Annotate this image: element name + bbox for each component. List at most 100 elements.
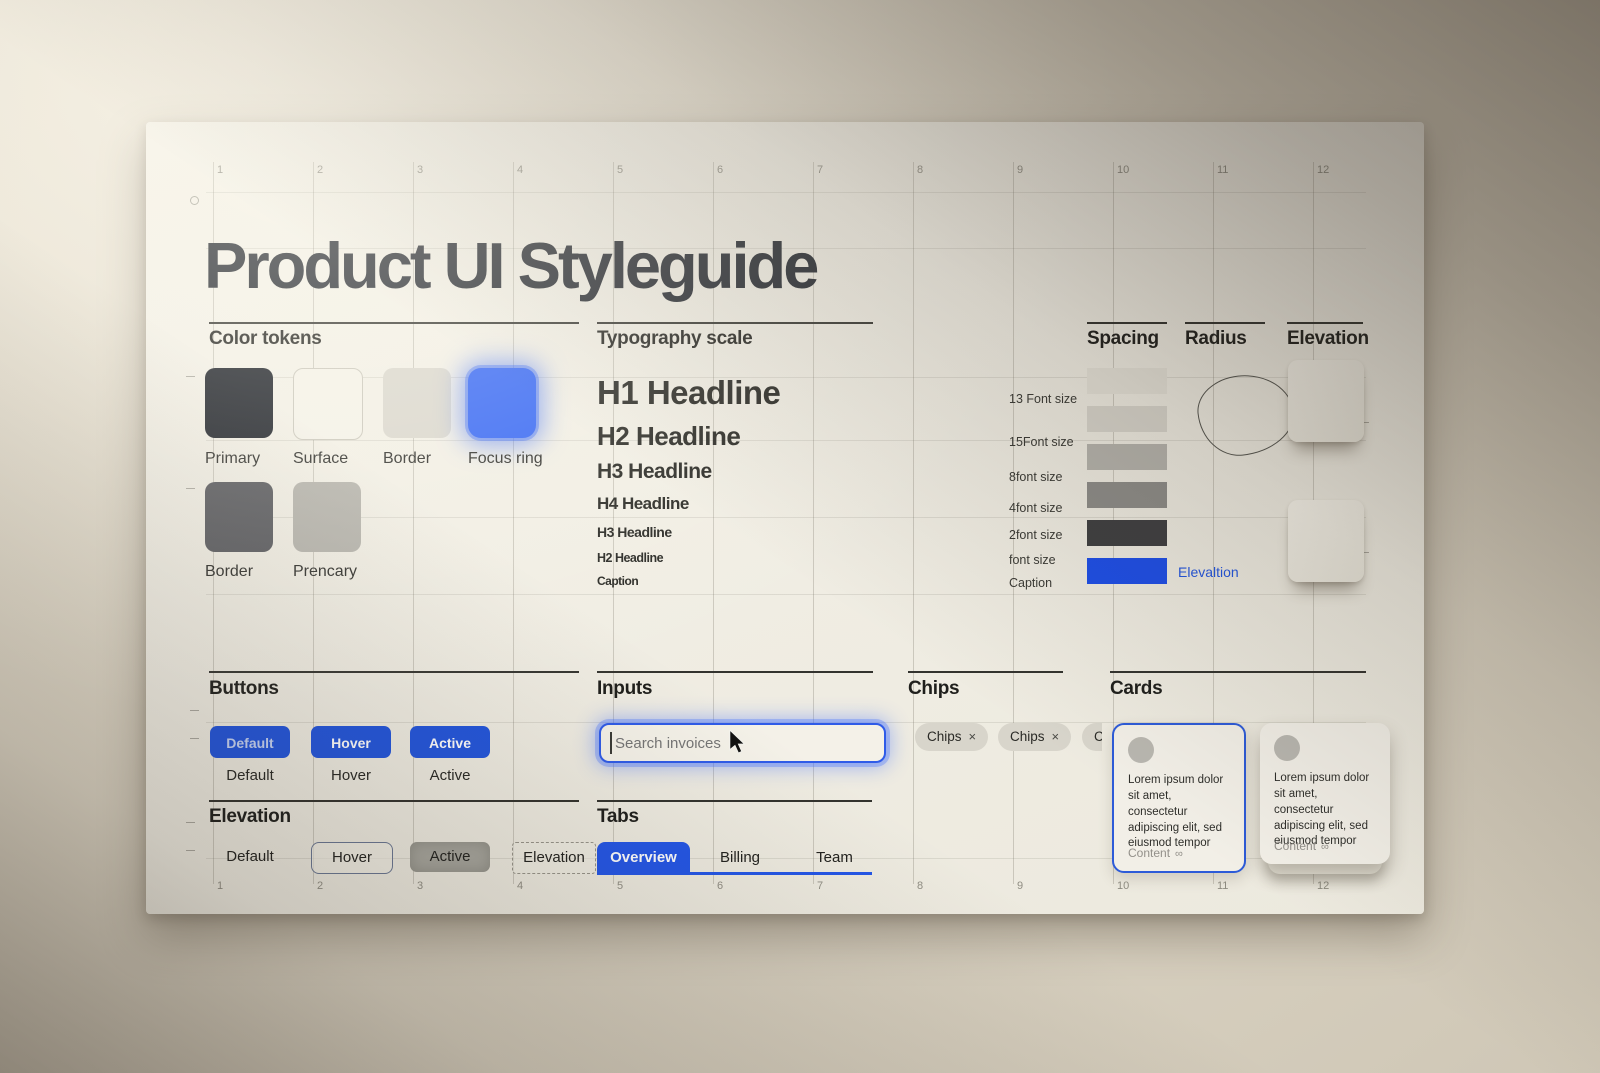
type-sample-h3: H3 Headline bbox=[597, 460, 712, 484]
grid-number: 7 bbox=[817, 880, 823, 892]
chip[interactable]: Chips× bbox=[1082, 723, 1102, 751]
spacing-bar bbox=[1087, 520, 1167, 546]
swatch-label: Border bbox=[383, 450, 431, 468]
swatch-label: Primary bbox=[205, 450, 260, 468]
type-sample-h2: H2 Headline bbox=[597, 421, 740, 452]
grid-number: 7 bbox=[817, 164, 823, 176]
grid-number: 9 bbox=[1017, 880, 1023, 892]
spacing-bar bbox=[1087, 368, 1167, 394]
button-active[interactable]: Active bbox=[410, 726, 490, 758]
button-default[interactable]: Default bbox=[210, 726, 290, 758]
swatch-label: Focus ring bbox=[468, 450, 543, 468]
color-swatch-surface bbox=[293, 368, 363, 440]
section-title-chips: Chips bbox=[908, 678, 959, 700]
grid-number: 11 bbox=[1217, 164, 1228, 176]
card-footer-label: Content bbox=[1128, 846, 1170, 860]
section-title-typography: Typography scale bbox=[597, 328, 752, 350]
chip-dismiss-icon[interactable]: × bbox=[969, 729, 977, 744]
chip[interactable]: Chips × bbox=[915, 723, 988, 751]
section-rule bbox=[597, 322, 873, 324]
tab-underline bbox=[597, 872, 872, 875]
spacing-bar bbox=[1087, 406, 1167, 432]
state-default[interactable]: Default bbox=[210, 842, 290, 872]
button-caption: Default bbox=[210, 767, 290, 784]
grid-row-line bbox=[206, 594, 1366, 595]
chip-label: Chips bbox=[1010, 729, 1045, 744]
button-hover[interactable]: Hover bbox=[311, 726, 391, 758]
button-caption: Hover bbox=[311, 767, 391, 784]
grid-row-line bbox=[206, 377, 1366, 378]
spacing-bar-accent bbox=[1087, 558, 1167, 584]
grid-number: 11 bbox=[1217, 880, 1228, 892]
grid-row-line bbox=[206, 440, 1366, 441]
grid-number: 5 bbox=[617, 164, 623, 176]
chips-row: Chips× Chips× Chips× bbox=[911, 723, 1102, 753]
section-title-elevation-states: Elevation bbox=[209, 806, 291, 828]
grid-number: 2 bbox=[317, 164, 323, 176]
card-footer[interactable]: Content∞ bbox=[1274, 839, 1329, 853]
state-active[interactable]: Active bbox=[410, 842, 490, 872]
color-swatch-primary bbox=[205, 368, 273, 438]
grid-number: 1 bbox=[217, 880, 223, 892]
color-swatch-focus-ring bbox=[468, 368, 536, 438]
scene: 1 2 3 4 5 6 7 8 9 10 11 12 1 2 3 4 5 6 7… bbox=[0, 0, 1600, 1073]
tab-billing[interactable]: Billing bbox=[700, 842, 780, 873]
state-elevation[interactable]: Elevation bbox=[512, 842, 596, 874]
grid-number: 10 bbox=[1117, 880, 1129, 892]
grid-number: 12 bbox=[1317, 164, 1329, 176]
margin-mark bbox=[186, 376, 195, 377]
margin-mark bbox=[186, 822, 195, 823]
section-rule bbox=[209, 322, 579, 324]
chip[interactable]: Chips × bbox=[998, 723, 1071, 751]
grid-number: 2 bbox=[317, 880, 323, 892]
state-hover[interactable]: Hover bbox=[311, 842, 393, 874]
grid-row-line bbox=[206, 517, 1366, 518]
tab-bar: Overview Billing Team bbox=[597, 842, 872, 875]
avatar bbox=[1128, 737, 1154, 763]
section-rule bbox=[1087, 322, 1167, 324]
section-title-color-tokens: Color tokens bbox=[209, 328, 322, 350]
swatch-label: Surface bbox=[293, 450, 348, 468]
card-elevated[interactable]: Lorem ipsum dolor sit amet, consectetur … bbox=[1260, 723, 1390, 864]
type-size-label: font size bbox=[1009, 553, 1056, 567]
card-body-text: Lorem ipsum dolor sit amet, consectetur … bbox=[1128, 773, 1232, 852]
grid-row-line bbox=[206, 192, 1366, 193]
card-outlined[interactable]: Lorem ipsum dolor sit amet, consectetur … bbox=[1112, 723, 1246, 873]
section-title-spacing: Spacing bbox=[1087, 328, 1159, 350]
color-swatch-border-dark bbox=[205, 482, 273, 552]
section-title-inputs: Inputs bbox=[597, 678, 652, 700]
grid-number: 9 bbox=[1017, 164, 1023, 176]
type-size-label: 2font size bbox=[1009, 528, 1063, 542]
section-title-tabs: Tabs bbox=[597, 806, 639, 828]
section-title-radius: Radius bbox=[1185, 328, 1247, 350]
link-icon: ∞ bbox=[1175, 848, 1183, 860]
avatar bbox=[1274, 735, 1300, 761]
section-rule bbox=[1185, 322, 1265, 324]
elevation-sample-card bbox=[1288, 360, 1364, 442]
grid-number: 4 bbox=[517, 880, 523, 892]
type-sample-h2-small: H2 Headline bbox=[597, 551, 663, 565]
tab-team[interactable]: Team bbox=[797, 842, 872, 873]
margin-mark bbox=[190, 196, 199, 205]
page-title: Product UI Styleguide bbox=[204, 228, 816, 303]
type-size-label: Caption bbox=[1009, 576, 1052, 590]
section-rule bbox=[1287, 322, 1363, 324]
chip-label: Chips bbox=[927, 729, 962, 744]
section-title-cards: Cards bbox=[1110, 678, 1162, 700]
text-caret bbox=[610, 732, 612, 754]
section-title-elevation: Elevation bbox=[1287, 328, 1369, 350]
tab-overview[interactable]: Overview bbox=[597, 842, 690, 873]
spacing-bar bbox=[1087, 482, 1167, 508]
grid-number: 6 bbox=[717, 164, 723, 176]
chip-dismiss-icon[interactable]: × bbox=[1052, 729, 1060, 744]
grid-number: 3 bbox=[417, 164, 423, 176]
swatch-label: Border bbox=[205, 563, 253, 581]
styleguide-poster: 1 2 3 4 5 6 7 8 9 10 11 12 1 2 3 4 5 6 7… bbox=[146, 122, 1424, 914]
type-size-label: 15Font size bbox=[1009, 435, 1074, 449]
card-footer[interactable]: Content ∞ bbox=[1128, 846, 1183, 860]
type-size-label: 8font size bbox=[1009, 470, 1063, 484]
section-rule bbox=[209, 671, 579, 673]
spacing-elevation-label: Elevaltion bbox=[1178, 564, 1239, 580]
link-icon: ∞ bbox=[1321, 841, 1329, 853]
section-rule bbox=[597, 800, 872, 802]
